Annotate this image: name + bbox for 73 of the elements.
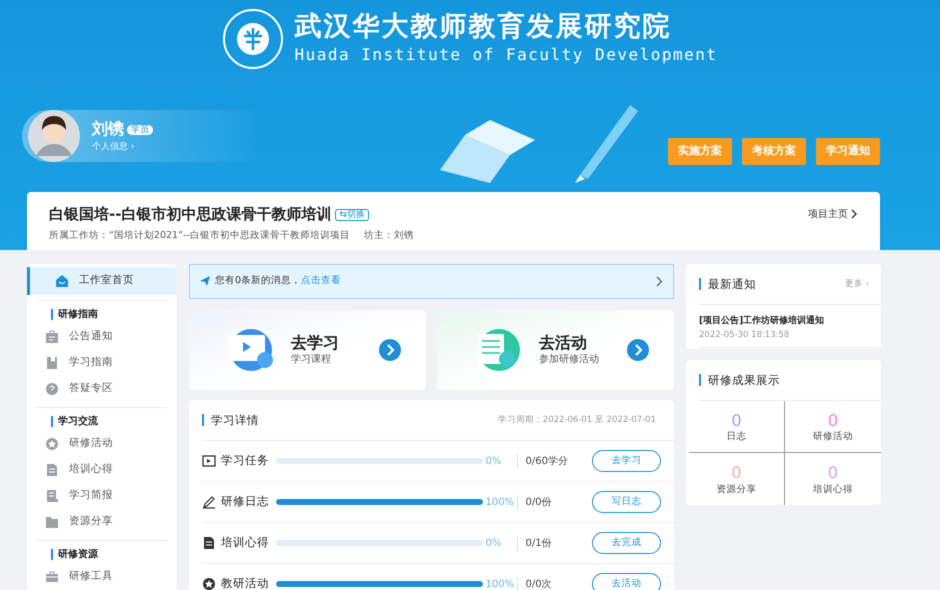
shortcut-card[interactable]: 去学习 学习课程 xyxy=(189,310,426,390)
arrow-circle-icon[interactable] xyxy=(627,339,649,361)
sidebar-item[interactable]: 工作室首页 xyxy=(27,267,177,295)
document-icon xyxy=(45,463,59,477)
question-icon xyxy=(45,382,59,396)
stat-label: 日志 xyxy=(726,430,748,444)
chevron-right-icon xyxy=(851,209,858,220)
sidebar-section-title: 研修指南 xyxy=(51,309,167,320)
sidebar-item[interactable]: 学习简报 xyxy=(27,483,167,509)
sidebar-item[interactable]: 答疑专区 xyxy=(27,376,167,402)
avatar-icon xyxy=(26,110,82,162)
stat-label: 资源分享 xyxy=(716,482,758,497)
pen-icon xyxy=(202,495,216,509)
shortcut-subtitle: 学习课程 xyxy=(291,353,332,368)
row-label: 教研活动 xyxy=(221,575,269,590)
stat-value: 0 xyxy=(826,411,840,430)
workshop-text: 所属工作坊：“国培计划2021”--白银市初中思政课骨干教师培训项目 xyxy=(49,230,350,240)
percent-text: 0% xyxy=(486,454,502,468)
action-button[interactable]: 去完成 xyxy=(592,532,661,554)
stat-value: 0 xyxy=(730,411,743,430)
sidebar-section-title: 学习交流 xyxy=(51,416,167,427)
home-icon xyxy=(55,274,69,288)
paper-plane-icon xyxy=(200,276,210,286)
emblem-icon xyxy=(222,8,284,70)
role-tag: 学员 xyxy=(127,125,153,136)
switch-tag[interactable]: ⇆切换 xyxy=(335,209,369,222)
stat-value: 0 xyxy=(826,463,840,483)
notice-time: 2022-05-30 18:13:58 xyxy=(699,328,881,348)
institute-title: 武汉华大教师教育发展研究院 xyxy=(294,10,672,44)
notice-title[interactable]: [项目公告]工作坊研修培训通知 xyxy=(699,315,881,328)
action-button[interactable]: 去学习 xyxy=(592,450,661,472)
panel-title: 研修成果展示 xyxy=(699,374,780,386)
sidebar-item[interactable]: 研修工具 xyxy=(27,564,167,590)
percent-text: 0% xyxy=(486,536,502,550)
star-icon xyxy=(45,437,59,451)
stat-value: 0 xyxy=(730,463,743,483)
sidebar-item[interactable]: 公告通知 xyxy=(27,324,167,350)
institute-subtitle: Huada Institute of Faculty Development xyxy=(294,44,718,66)
sidebar-item[interactable]: 学习指南 xyxy=(27,350,167,376)
sidebar-item[interactable]: 资源分享 xyxy=(27,509,167,535)
briefcase-icon xyxy=(45,330,59,344)
message-text: 您有0条新的消息， xyxy=(215,275,302,286)
panel-title: 最新通知 xyxy=(699,278,756,290)
shortcut-title: 去学习 xyxy=(291,332,339,352)
stat-label: 研修活动 xyxy=(812,430,854,444)
project-title: 白银国培--白银市初中思政课骨干教师培训 xyxy=(49,205,332,223)
shortcut-card[interactable]: 去活动 参加研修活动 xyxy=(437,310,674,390)
percent-text: 100% xyxy=(486,578,515,590)
row-label: 培训心得 xyxy=(221,534,269,552)
project-home-link[interactable]: 项目主页 xyxy=(808,207,858,222)
sidebar-item[interactable]: 培训心得 xyxy=(27,457,167,483)
row-label: 学习任务 xyxy=(221,452,269,470)
row-label: 研修日志 xyxy=(221,493,269,510)
arrow-circle-icon[interactable] xyxy=(379,339,401,361)
percent-text: 100% xyxy=(486,496,515,510)
sidebar-item[interactable]: 研修活动 xyxy=(27,431,167,457)
action-button[interactable]: 去活动 xyxy=(592,573,661,590)
document-icon xyxy=(202,536,216,550)
host-text: 坊主：刘镌 xyxy=(364,230,414,240)
panel-title: 学习详情 xyxy=(202,414,259,426)
sidebar-section-title: 研修资源 xyxy=(51,549,167,560)
shortcut-title: 去活动 xyxy=(539,332,588,352)
stat-label: 培训心得 xyxy=(812,482,854,497)
chevron-right-icon[interactable] xyxy=(656,276,663,287)
shortcut-subtitle: 参加研修活动 xyxy=(539,352,599,368)
study-period: 学习周期：2022-06-01 至 2022-07-01 xyxy=(498,414,656,426)
action-button[interactable]: 写日志 xyxy=(592,491,661,513)
user-name: 刘镌 xyxy=(92,119,124,138)
book-icon xyxy=(45,356,59,370)
report-icon xyxy=(45,489,59,503)
video-icon xyxy=(202,454,216,468)
folder-icon xyxy=(45,515,59,529)
toolbox-icon xyxy=(45,570,59,584)
